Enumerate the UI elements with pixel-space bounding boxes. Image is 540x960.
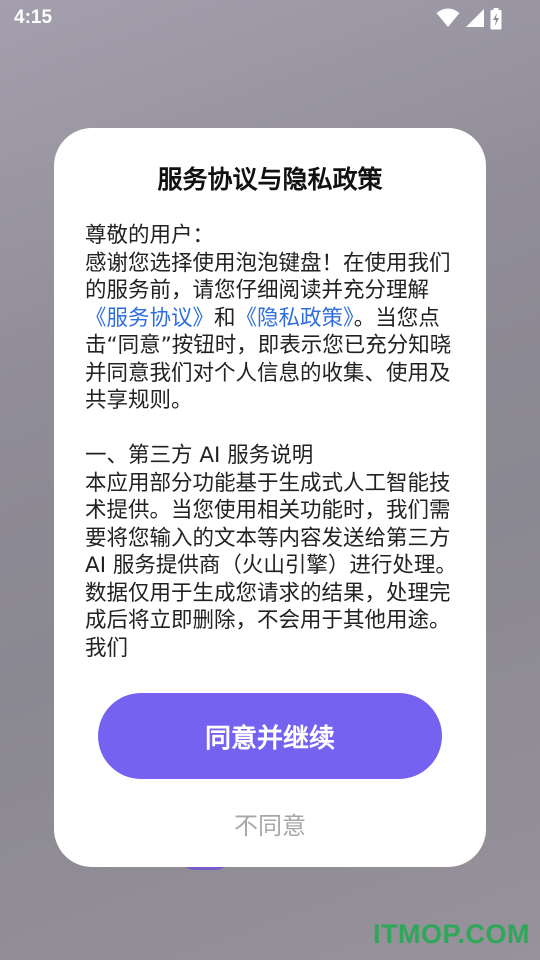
intro-paragraph: 感谢您选择使用泡泡键盘！在使用我们的服务前，请您仔细阅读并充分理解《服务协议》和…	[85, 250, 457, 415]
disagree-button[interactable]: 不同意	[54, 806, 486, 841]
greeting-text: 尊敬的用户：	[85, 223, 215, 248]
status-time: 4:15	[14, 7, 53, 28]
dialog-body-text[interactable]: 尊敬的用户： 感谢您选择使用泡泡键盘！在使用我们的服务前，请您仔细阅读并充分理解…	[85, 222, 457, 668]
dialog-title: 服务协议与隐私政策	[157, 165, 383, 194]
status-icons	[436, 8, 502, 30]
watermark-logo: ITMOP.COM	[372, 919, 530, 949]
battery-charging-icon	[490, 8, 502, 30]
intro-text-before: 感谢您选择使用泡泡键盘！在使用我们的服务前，请您仔细阅读并充分理解	[85, 250, 451, 304]
service-agreement-link[interactable]: 《服务协议》	[85, 306, 214, 331]
section-heading: 一、第三方 AI 服务说明	[85, 443, 314, 468]
privacy-policy-link[interactable]: 《隐私政策》	[236, 306, 354, 331]
and-text: 和	[214, 305, 236, 331]
agree-continue-button[interactable]: 同意并继续	[98, 693, 442, 779]
privacy-dialog: 服务协议与隐私政策 尊敬的用户： 感谢您选择使用泡泡键盘！在使用我们的服务前，请…	[54, 128, 486, 867]
section-text: 本应用部分功能基于生成式人工智能技术提供。当您使用相关功能时，我们需要将您输入的…	[85, 470, 457, 661]
wifi-icon	[436, 8, 460, 27]
status-bar: 4:15	[0, 0, 540, 38]
cellular-signal-icon	[466, 9, 484, 27]
